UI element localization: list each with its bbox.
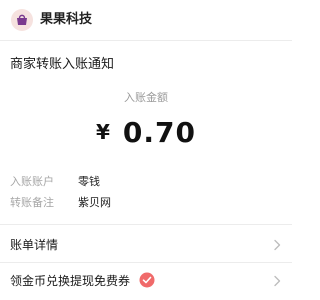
section-divider — [0, 224, 292, 225]
coupon-link[interactable]: 领金币兑换提现免费券 — [0, 262, 292, 300]
detail-key: 入账账户 — [10, 175, 54, 188]
detail-value: 紫贝网 — [78, 196, 111, 209]
bill-details-link[interactable]: 账单详情 — [0, 226, 292, 264]
detail-value: 零钱 — [78, 175, 100, 188]
amount-label: 入账金额 — [124, 91, 168, 104]
coupon-label: 领金币兑换提现免费券 — [10, 274, 131, 288]
app-header: 果果科技 — [0, 0, 292, 40]
purple-bag-logo-icon — [11, 9, 33, 31]
amount-value: ¥0.70 — [0, 112, 292, 153]
currency-symbol: ¥ — [95, 120, 111, 144]
chevron-right-icon — [274, 275, 281, 287]
chevron-right-icon — [274, 239, 281, 251]
app-name: 果果科技 — [40, 12, 93, 27]
header-divider — [0, 40, 292, 41]
notice-title: 商家转账入账通知 — [10, 57, 115, 72]
detail-key: 转账备注 — [10, 196, 54, 209]
red-coupon-badge-icon — [139, 272, 155, 288]
bill-details-label: 账单详情 — [10, 238, 59, 252]
amount-number: 0.70 — [122, 116, 196, 149]
